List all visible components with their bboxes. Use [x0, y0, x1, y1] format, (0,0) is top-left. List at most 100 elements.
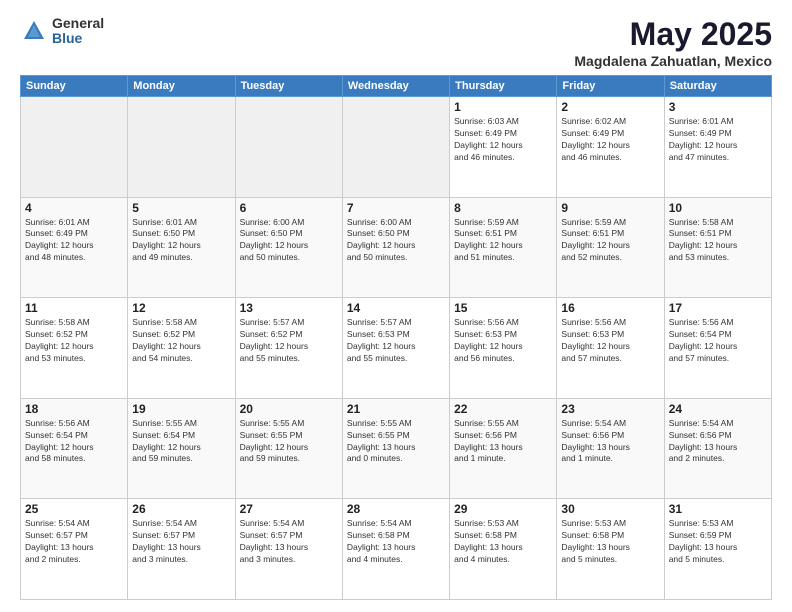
calendar-header-thursday: Thursday	[450, 76, 557, 97]
day-number: 26	[132, 502, 230, 516]
day-number: 13	[240, 301, 338, 315]
page: General Blue May 2025 Magdalena Zahuatla…	[0, 0, 792, 612]
calendar-table: SundayMondayTuesdayWednesdayThursdayFrid…	[20, 75, 772, 600]
day-info: Sunrise: 5:57 AM Sunset: 6:53 PM Dayligh…	[347, 317, 445, 365]
day-info: Sunrise: 5:55 AM Sunset: 6:55 PM Dayligh…	[240, 418, 338, 466]
calendar-cell: 13 Sunrise: 5:57 AM Sunset: 6:52 PM Dayli…	[235, 298, 342, 399]
calendar-week-row: 11 Sunrise: 5:58 AM Sunset: 6:52 PM Dayli…	[21, 298, 772, 399]
day-info: Sunrise: 5:54 AM Sunset: 6:57 PM Dayligh…	[132, 518, 230, 566]
day-info: Sunrise: 5:54 AM Sunset: 6:57 PM Dayligh…	[25, 518, 123, 566]
calendar-cell: 20 Sunrise: 5:55 AM Sunset: 6:55 PM Dayli…	[235, 398, 342, 499]
day-number: 17	[669, 301, 767, 315]
day-number: 19	[132, 402, 230, 416]
calendar-cell: 9Sunrise: 5:59 AM Sunset: 6:51 PM Daylig…	[557, 197, 664, 298]
day-number: 8	[454, 201, 552, 215]
day-info: Sunrise: 5:55 AM Sunset: 6:55 PM Dayligh…	[347, 418, 445, 466]
day-number: 29	[454, 502, 552, 516]
day-info: Sunrise: 5:57 AM Sunset: 6:52 PM Dayligh…	[240, 317, 338, 365]
calendar-cell: 6Sunrise: 6:00 AM Sunset: 6:50 PM Daylig…	[235, 197, 342, 298]
calendar-cell: 24 Sunrise: 5:54 AM Sunset: 6:56 PM Dayli…	[664, 398, 771, 499]
calendar-header-friday: Friday	[557, 76, 664, 97]
calendar-cell: 18Sunrise: 5:56 AM Sunset: 6:54 PM Dayli…	[21, 398, 128, 499]
calendar-cell: 25 Sunrise: 5:54 AM Sunset: 6:57 PM Dayli…	[21, 499, 128, 600]
day-number: 24	[669, 402, 767, 416]
title-month: May 2025	[574, 16, 772, 53]
day-number: 5	[132, 201, 230, 215]
day-info: Sunrise: 5:59 AM Sunset: 6:51 PM Dayligh…	[561, 217, 659, 265]
calendar-week-row: 25 Sunrise: 5:54 AM Sunset: 6:57 PM Dayli…	[21, 499, 772, 600]
calendar-header-monday: Monday	[128, 76, 235, 97]
day-number: 14	[347, 301, 445, 315]
logo-icon	[20, 17, 48, 45]
day-number: 15	[454, 301, 552, 315]
calendar-cell: 27 Sunrise: 5:54 AM Sunset: 6:57 PM Dayli…	[235, 499, 342, 600]
day-info: Sunrise: 6:00 AM Sunset: 6:50 PM Dayligh…	[347, 217, 445, 265]
day-number: 2	[561, 100, 659, 114]
calendar-cell: 15 Sunrise: 5:56 AM Sunset: 6:53 PM Dayli…	[450, 298, 557, 399]
day-info: Sunrise: 5:58 AM Sunset: 6:51 PM Dayligh…	[669, 217, 767, 265]
day-number: 30	[561, 502, 659, 516]
day-number: 6	[240, 201, 338, 215]
calendar-cell: 31Sunrise: 5:53 AM Sunset: 6:59 PM Dayli…	[664, 499, 771, 600]
calendar-cell: 17 Sunrise: 5:56 AM Sunset: 6:54 PM Dayli…	[664, 298, 771, 399]
calendar-cell: 26 Sunrise: 5:54 AM Sunset: 6:57 PM Dayli…	[128, 499, 235, 600]
calendar-cell	[21, 97, 128, 198]
calendar-cell: 22 Sunrise: 5:55 AM Sunset: 6:56 PM Dayli…	[450, 398, 557, 499]
day-info: Sunrise: 5:56 AM Sunset: 6:53 PM Dayligh…	[561, 317, 659, 365]
calendar-header-sunday: Sunday	[21, 76, 128, 97]
day-info: Sunrise: 5:54 AM Sunset: 6:57 PM Dayligh…	[240, 518, 338, 566]
day-info: Sunrise: 5:55 AM Sunset: 6:54 PM Dayligh…	[132, 418, 230, 466]
calendar-cell: 7 Sunrise: 6:00 AM Sunset: 6:50 PM Daylig…	[342, 197, 449, 298]
calendar-cell: 28 Sunrise: 5:54 AM Sunset: 6:58 PM Dayli…	[342, 499, 449, 600]
day-info: Sunrise: 5:56 AM Sunset: 6:53 PM Dayligh…	[454, 317, 552, 365]
calendar-cell: 29 Sunrise: 5:53 AM Sunset: 6:58 PM Dayli…	[450, 499, 557, 600]
day-info: Sunrise: 5:53 AM Sunset: 6:58 PM Dayligh…	[454, 518, 552, 566]
day-number: 4	[25, 201, 123, 215]
day-number: 25	[25, 502, 123, 516]
title-block: May 2025 Magdalena Zahuatlan, Mexico	[574, 16, 772, 69]
day-info: Sunrise: 5:54 AM Sunset: 6:56 PM Dayligh…	[669, 418, 767, 466]
calendar-cell: 1Sunrise: 6:03 AM Sunset: 6:49 PM Daylig…	[450, 97, 557, 198]
day-info: Sunrise: 5:58 AM Sunset: 6:52 PM Dayligh…	[25, 317, 123, 365]
day-info: Sunrise: 5:56 AM Sunset: 6:54 PM Dayligh…	[669, 317, 767, 365]
day-info: Sunrise: 5:54 AM Sunset: 6:58 PM Dayligh…	[347, 518, 445, 566]
day-number: 22	[454, 402, 552, 416]
day-number: 3	[669, 100, 767, 114]
calendar-header-row: SundayMondayTuesdayWednesdayThursdayFrid…	[21, 76, 772, 97]
day-info: Sunrise: 5:53 AM Sunset: 6:58 PM Dayligh…	[561, 518, 659, 566]
day-number: 21	[347, 402, 445, 416]
day-number: 20	[240, 402, 338, 416]
calendar-cell: 21 Sunrise: 5:55 AM Sunset: 6:55 PM Dayli…	[342, 398, 449, 499]
calendar-week-row: 18Sunrise: 5:56 AM Sunset: 6:54 PM Dayli…	[21, 398, 772, 499]
calendar-cell: 5 Sunrise: 6:01 AM Sunset: 6:50 PM Daylig…	[128, 197, 235, 298]
day-number: 7	[347, 201, 445, 215]
calendar-header-saturday: Saturday	[664, 76, 771, 97]
calendar-header-tuesday: Tuesday	[235, 76, 342, 97]
calendar-week-row: 1Sunrise: 6:03 AM Sunset: 6:49 PM Daylig…	[21, 97, 772, 198]
day-info: Sunrise: 5:55 AM Sunset: 6:56 PM Dayligh…	[454, 418, 552, 466]
title-location: Magdalena Zahuatlan, Mexico	[574, 53, 772, 69]
calendar-cell: 3Sunrise: 6:01 AM Sunset: 6:49 PM Daylig…	[664, 97, 771, 198]
calendar-cell: 16 Sunrise: 5:56 AM Sunset: 6:53 PM Dayli…	[557, 298, 664, 399]
day-number: 18	[25, 402, 123, 416]
day-number: 10	[669, 201, 767, 215]
day-number: 12	[132, 301, 230, 315]
day-number: 28	[347, 502, 445, 516]
logo: General Blue	[20, 16, 104, 47]
calendar-week-row: 4Sunrise: 6:01 AM Sunset: 6:49 PM Daylig…	[21, 197, 772, 298]
day-number: 11	[25, 301, 123, 315]
calendar-cell	[235, 97, 342, 198]
calendar-cell: 30 Sunrise: 5:53 AM Sunset: 6:58 PM Dayli…	[557, 499, 664, 600]
calendar-cell	[342, 97, 449, 198]
calendar-cell: 4Sunrise: 6:01 AM Sunset: 6:49 PM Daylig…	[21, 197, 128, 298]
day-number: 27	[240, 502, 338, 516]
day-info: Sunrise: 6:01 AM Sunset: 6:50 PM Dayligh…	[132, 217, 230, 265]
day-number: 16	[561, 301, 659, 315]
calendar-cell: 10 Sunrise: 5:58 AM Sunset: 6:51 PM Dayli…	[664, 197, 771, 298]
day-info: Sunrise: 5:59 AM Sunset: 6:51 PM Dayligh…	[454, 217, 552, 265]
calendar-cell: 23Sunrise: 5:54 AM Sunset: 6:56 PM Dayli…	[557, 398, 664, 499]
logo-blue: Blue	[52, 31, 104, 46]
logo-general: General	[52, 16, 104, 31]
day-info: Sunrise: 5:54 AM Sunset: 6:56 PM Dayligh…	[561, 418, 659, 466]
calendar-cell: 14 Sunrise: 5:57 AM Sunset: 6:53 PM Dayli…	[342, 298, 449, 399]
